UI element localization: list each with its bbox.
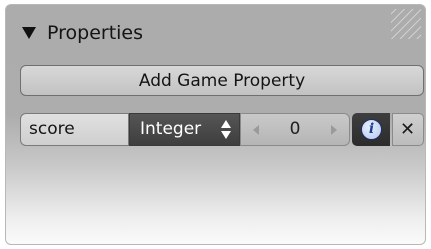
remove-property-button[interactable]: ✕ [392,113,424,146]
add-game-property-button[interactable]: Add Game Property [20,65,424,96]
increment-arrow-icon[interactable] [331,125,337,135]
panel-title: Properties [47,22,144,44]
updown-arrows-icon [221,120,231,140]
drag-grip-icon[interactable] [391,9,421,39]
property-row: score Integer 0 i ✕ [20,113,424,146]
property-info-button[interactable]: i [352,113,390,146]
panel-header[interactable]: Properties [6,5,425,59]
property-type-select[interactable]: Integer [129,113,240,146]
property-type-label: Integer [140,119,202,139]
property-name-field[interactable]: score [20,113,129,146]
info-icon: i [361,119,382,140]
properties-panel: Properties Add Game Property score Integ… [5,4,426,245]
close-x-icon: ✕ [400,119,416,140]
collapse-triangle-icon[interactable] [22,27,36,39]
property-value-field[interactable]: 0 [240,113,350,146]
